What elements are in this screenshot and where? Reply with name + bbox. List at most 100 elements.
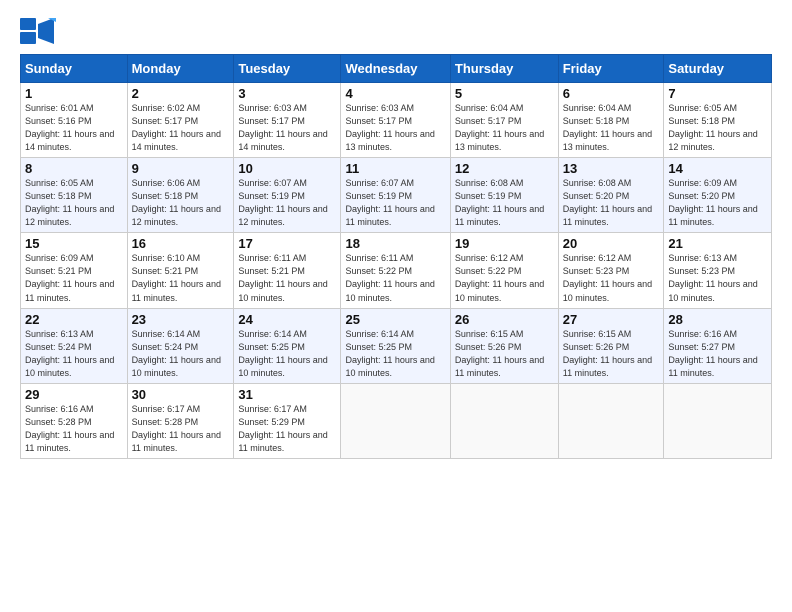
page: SundayMondayTuesdayWednesdayThursdayFrid… bbox=[0, 0, 792, 612]
day-number: 30 bbox=[132, 387, 230, 402]
calendar-day-header: Saturday bbox=[664, 55, 772, 83]
day-info: Sunrise: 6:16 AM Sunset: 5:27 PM Dayligh… bbox=[668, 328, 767, 380]
calendar-cell bbox=[558, 383, 664, 458]
day-number: 26 bbox=[455, 312, 554, 327]
calendar-day-header: Friday bbox=[558, 55, 664, 83]
day-info: Sunrise: 6:14 AM Sunset: 5:25 PM Dayligh… bbox=[238, 328, 336, 380]
logo bbox=[20, 18, 62, 46]
calendar-cell: 10 Sunrise: 6:07 AM Sunset: 5:19 PM Dayl… bbox=[234, 158, 341, 233]
calendar-cell: 9 Sunrise: 6:06 AM Sunset: 5:18 PM Dayli… bbox=[127, 158, 234, 233]
calendar-cell: 5 Sunrise: 6:04 AM Sunset: 5:17 PM Dayli… bbox=[450, 83, 558, 158]
day-info: Sunrise: 6:14 AM Sunset: 5:24 PM Dayligh… bbox=[132, 328, 230, 380]
calendar: SundayMondayTuesdayWednesdayThursdayFrid… bbox=[20, 54, 772, 459]
calendar-cell: 30 Sunrise: 6:17 AM Sunset: 5:28 PM Dayl… bbox=[127, 383, 234, 458]
day-info: Sunrise: 6:15 AM Sunset: 5:26 PM Dayligh… bbox=[563, 328, 660, 380]
day-number: 28 bbox=[668, 312, 767, 327]
calendar-week-row: 15 Sunrise: 6:09 AM Sunset: 5:21 PM Dayl… bbox=[21, 233, 772, 308]
day-number: 29 bbox=[25, 387, 123, 402]
calendar-cell: 26 Sunrise: 6:15 AM Sunset: 5:26 PM Dayl… bbox=[450, 308, 558, 383]
day-info: Sunrise: 6:13 AM Sunset: 5:24 PM Dayligh… bbox=[25, 328, 123, 380]
day-info: Sunrise: 6:17 AM Sunset: 5:28 PM Dayligh… bbox=[132, 403, 230, 455]
day-number: 5 bbox=[455, 86, 554, 101]
day-info: Sunrise: 6:03 AM Sunset: 5:17 PM Dayligh… bbox=[238, 102, 336, 154]
day-number: 10 bbox=[238, 161, 336, 176]
day-info: Sunrise: 6:07 AM Sunset: 5:19 PM Dayligh… bbox=[238, 177, 336, 229]
calendar-header-row: SundayMondayTuesdayWednesdayThursdayFrid… bbox=[21, 55, 772, 83]
calendar-cell: 2 Sunrise: 6:02 AM Sunset: 5:17 PM Dayli… bbox=[127, 83, 234, 158]
day-info: Sunrise: 6:06 AM Sunset: 5:18 PM Dayligh… bbox=[132, 177, 230, 229]
day-number: 2 bbox=[132, 86, 230, 101]
day-number: 19 bbox=[455, 236, 554, 251]
day-number: 15 bbox=[25, 236, 123, 251]
calendar-week-row: 8 Sunrise: 6:05 AM Sunset: 5:18 PM Dayli… bbox=[21, 158, 772, 233]
day-info: Sunrise: 6:12 AM Sunset: 5:23 PM Dayligh… bbox=[563, 252, 660, 304]
day-info: Sunrise: 6:10 AM Sunset: 5:21 PM Dayligh… bbox=[132, 252, 230, 304]
day-info: Sunrise: 6:02 AM Sunset: 5:17 PM Dayligh… bbox=[132, 102, 230, 154]
day-info: Sunrise: 6:04 AM Sunset: 5:18 PM Dayligh… bbox=[563, 102, 660, 154]
calendar-cell: 22 Sunrise: 6:13 AM Sunset: 5:24 PM Dayl… bbox=[21, 308, 128, 383]
day-info: Sunrise: 6:03 AM Sunset: 5:17 PM Dayligh… bbox=[345, 102, 445, 154]
calendar-cell: 15 Sunrise: 6:09 AM Sunset: 5:21 PM Dayl… bbox=[21, 233, 128, 308]
calendar-cell: 21 Sunrise: 6:13 AM Sunset: 5:23 PM Dayl… bbox=[664, 233, 772, 308]
calendar-day-header: Thursday bbox=[450, 55, 558, 83]
day-info: Sunrise: 6:14 AM Sunset: 5:25 PM Dayligh… bbox=[345, 328, 445, 380]
calendar-cell: 20 Sunrise: 6:12 AM Sunset: 5:23 PM Dayl… bbox=[558, 233, 664, 308]
day-info: Sunrise: 6:15 AM Sunset: 5:26 PM Dayligh… bbox=[455, 328, 554, 380]
calendar-day-header: Tuesday bbox=[234, 55, 341, 83]
calendar-cell: 18 Sunrise: 6:11 AM Sunset: 5:22 PM Dayl… bbox=[341, 233, 450, 308]
header bbox=[20, 18, 772, 46]
day-number: 27 bbox=[563, 312, 660, 327]
day-number: 24 bbox=[238, 312, 336, 327]
calendar-cell: 3 Sunrise: 6:03 AM Sunset: 5:17 PM Dayli… bbox=[234, 83, 341, 158]
calendar-cell: 17 Sunrise: 6:11 AM Sunset: 5:21 PM Dayl… bbox=[234, 233, 341, 308]
day-info: Sunrise: 6:05 AM Sunset: 5:18 PM Dayligh… bbox=[25, 177, 123, 229]
day-info: Sunrise: 6:16 AM Sunset: 5:28 PM Dayligh… bbox=[25, 403, 123, 455]
day-info: Sunrise: 6:13 AM Sunset: 5:23 PM Dayligh… bbox=[668, 252, 767, 304]
calendar-cell: 11 Sunrise: 6:07 AM Sunset: 5:19 PM Dayl… bbox=[341, 158, 450, 233]
day-info: Sunrise: 6:17 AM Sunset: 5:29 PM Dayligh… bbox=[238, 403, 336, 455]
calendar-cell: 14 Sunrise: 6:09 AM Sunset: 5:20 PM Dayl… bbox=[664, 158, 772, 233]
day-info: Sunrise: 6:09 AM Sunset: 5:21 PM Dayligh… bbox=[25, 252, 123, 304]
day-info: Sunrise: 6:01 AM Sunset: 5:16 PM Dayligh… bbox=[25, 102, 123, 154]
calendar-week-row: 29 Sunrise: 6:16 AM Sunset: 5:28 PM Dayl… bbox=[21, 383, 772, 458]
day-number: 7 bbox=[668, 86, 767, 101]
day-info: Sunrise: 6:12 AM Sunset: 5:22 PM Dayligh… bbox=[455, 252, 554, 304]
calendar-cell bbox=[341, 383, 450, 458]
calendar-cell: 31 Sunrise: 6:17 AM Sunset: 5:29 PM Dayl… bbox=[234, 383, 341, 458]
day-info: Sunrise: 6:08 AM Sunset: 5:19 PM Dayligh… bbox=[455, 177, 554, 229]
day-number: 31 bbox=[238, 387, 336, 402]
calendar-cell: 12 Sunrise: 6:08 AM Sunset: 5:19 PM Dayl… bbox=[450, 158, 558, 233]
calendar-day-header: Wednesday bbox=[341, 55, 450, 83]
day-number: 17 bbox=[238, 236, 336, 251]
day-info: Sunrise: 6:09 AM Sunset: 5:20 PM Dayligh… bbox=[668, 177, 767, 229]
day-info: Sunrise: 6:11 AM Sunset: 5:21 PM Dayligh… bbox=[238, 252, 336, 304]
calendar-cell: 27 Sunrise: 6:15 AM Sunset: 5:26 PM Dayl… bbox=[558, 308, 664, 383]
day-info: Sunrise: 6:11 AM Sunset: 5:22 PM Dayligh… bbox=[345, 252, 445, 304]
calendar-cell: 7 Sunrise: 6:05 AM Sunset: 5:18 PM Dayli… bbox=[664, 83, 772, 158]
day-number: 18 bbox=[345, 236, 445, 251]
day-info: Sunrise: 6:07 AM Sunset: 5:19 PM Dayligh… bbox=[345, 177, 445, 229]
day-number: 11 bbox=[345, 161, 445, 176]
day-info: Sunrise: 6:05 AM Sunset: 5:18 PM Dayligh… bbox=[668, 102, 767, 154]
calendar-cell bbox=[664, 383, 772, 458]
calendar-week-row: 1 Sunrise: 6:01 AM Sunset: 5:16 PM Dayli… bbox=[21, 83, 772, 158]
day-number: 8 bbox=[25, 161, 123, 176]
day-number: 22 bbox=[25, 312, 123, 327]
calendar-cell bbox=[450, 383, 558, 458]
calendar-day-header: Monday bbox=[127, 55, 234, 83]
day-info: Sunrise: 6:04 AM Sunset: 5:17 PM Dayligh… bbox=[455, 102, 554, 154]
calendar-cell: 24 Sunrise: 6:14 AM Sunset: 5:25 PM Dayl… bbox=[234, 308, 341, 383]
day-number: 4 bbox=[345, 86, 445, 101]
calendar-cell: 19 Sunrise: 6:12 AM Sunset: 5:22 PM Dayl… bbox=[450, 233, 558, 308]
day-number: 25 bbox=[345, 312, 445, 327]
day-number: 21 bbox=[668, 236, 767, 251]
calendar-cell: 13 Sunrise: 6:08 AM Sunset: 5:20 PM Dayl… bbox=[558, 158, 664, 233]
day-number: 20 bbox=[563, 236, 660, 251]
calendar-cell: 1 Sunrise: 6:01 AM Sunset: 5:16 PM Dayli… bbox=[21, 83, 128, 158]
calendar-cell: 16 Sunrise: 6:10 AM Sunset: 5:21 PM Dayl… bbox=[127, 233, 234, 308]
calendar-cell: 25 Sunrise: 6:14 AM Sunset: 5:25 PM Dayl… bbox=[341, 308, 450, 383]
calendar-cell: 23 Sunrise: 6:14 AM Sunset: 5:24 PM Dayl… bbox=[127, 308, 234, 383]
logo-icon bbox=[20, 18, 56, 46]
day-number: 3 bbox=[238, 86, 336, 101]
day-number: 13 bbox=[563, 161, 660, 176]
